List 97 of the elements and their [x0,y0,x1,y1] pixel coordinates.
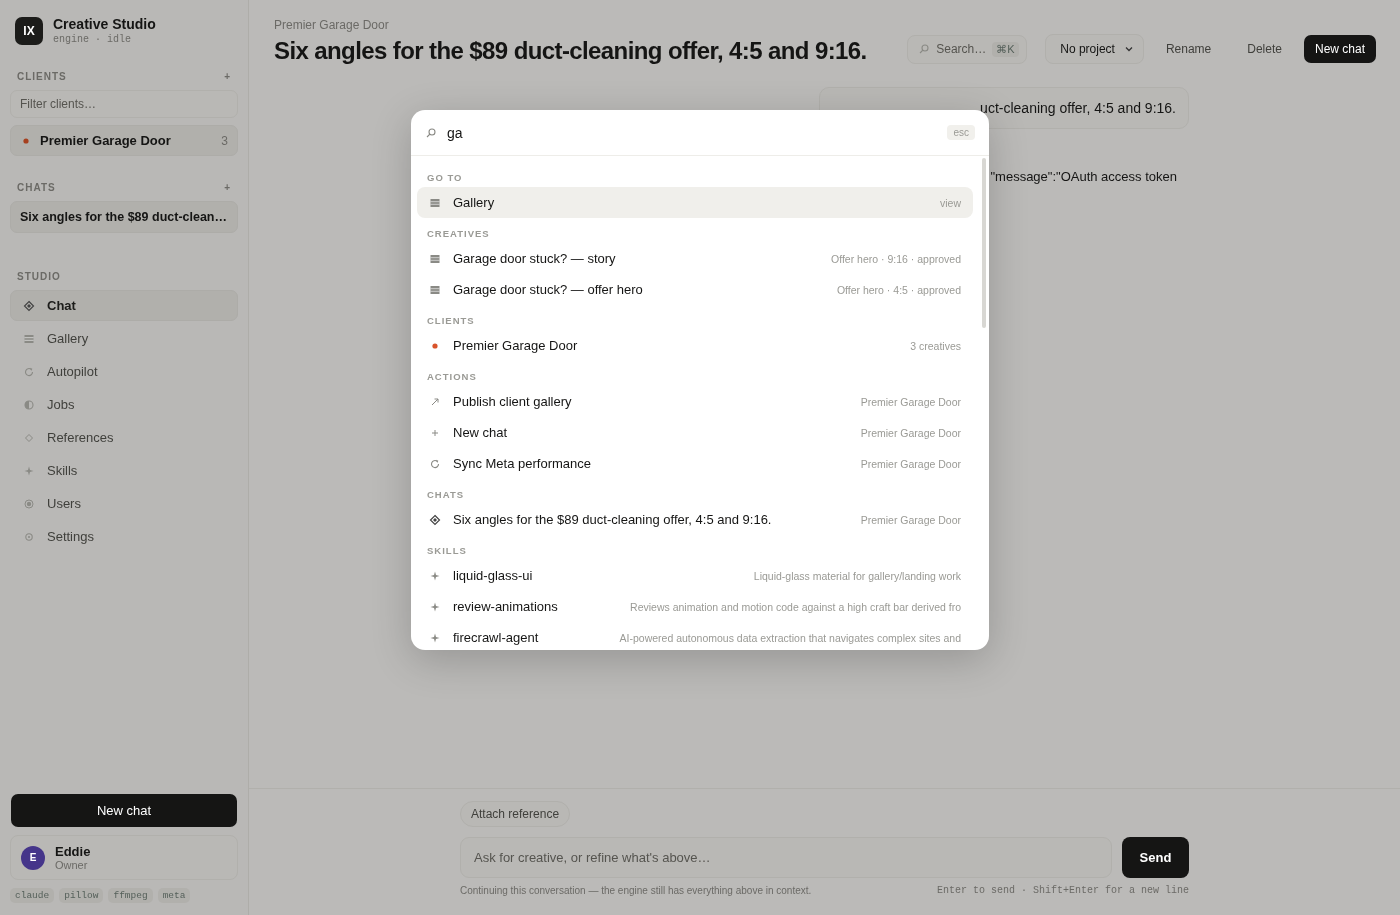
item-meta: Premier Garage Door [860,513,961,526]
nav-item[interactable]: Jobs [10,389,238,420]
nav-item[interactable]: Gallery [10,323,238,354]
palette-item[interactable]: Six angles for the $89 duct-cleaning offer, 4:5 and 9:16. Premier Garage Door [417,504,973,535]
message-text: "message":"OAuth access token [990,169,1178,184]
item-label: liquid-glass-ui [453,568,533,583]
grid-icon [23,332,35,345]
user-name: Eddie [55,844,91,859]
item-label: firecrawl-agent [453,630,539,645]
item-meta: Liquid-glass material for gallery/landing work [753,569,961,582]
item-meta: Premier Garage Door [860,395,961,408]
refresh-icon [429,457,441,470]
item-label: Publish client gallery [453,394,572,409]
keyboard-hint: Enter to send · Shift+Enter for a new line [936,885,1189,896]
diamond-icon [429,513,441,526]
item-label: Gallery [453,195,495,210]
header-button[interactable]: Rename [1151,35,1226,63]
search-icon [918,43,931,55]
palette-item[interactable]: Garage door stuck? — story Offer hero · 9:16 · approved [417,243,973,274]
context-note: Continuing this conversation — the engine still has everything above in context. [460,885,812,896]
group-heading: GO TO [426,171,464,185]
item-meta: Reviews animation and motion code against a high craft bar derived fro [630,600,961,613]
group-heading: CREATIVES [426,227,491,241]
nav-item[interactable]: Settings [10,521,238,552]
nav-item[interactable]: Autopilot [10,356,238,387]
settings-icon [23,530,35,543]
client-name: Premier Garage Door [40,133,171,148]
palette-item[interactable]: Gallery view [417,187,973,218]
app-name: Creative Studio [53,16,156,32]
target-icon [23,497,35,510]
section-heading: CHATS [17,182,56,193]
tool-tag: ffmpeg [108,888,153,903]
section-heading: CLIENTS [17,71,67,82]
search-field[interactable]: Search… ⌘K [907,34,1028,64]
palette-item[interactable]: New chat Premier Garage Door [417,417,973,448]
project-dropdown[interactable]: No project [1045,34,1144,64]
filter-field[interactable]: Filter clients… [10,90,238,118]
item-meta: AI-powered autonomous data extraction that navigates complex sites and [619,631,961,644]
grid-icon [429,196,441,209]
palette-item[interactable]: Garage door stuck? — offer hero Offer hero · 4:5 · approved [417,274,973,305]
tool-tag: claude [10,888,55,903]
user-avatar: E [21,845,45,870]
message-input[interactable]: Ask for creative, or refine what's above… [460,837,1112,878]
item-label: review-animations [453,599,558,614]
send-button[interactable]: Send [1122,837,1189,878]
diamond-icon [23,431,35,444]
new-chat-button[interactable]: New chat [11,794,237,827]
item-label: Garage door stuck? — story [453,251,616,266]
group-heading: SKILLS [426,544,468,558]
group-heading: CHATS [426,488,466,502]
header-button[interactable]: Delete [1233,35,1296,63]
item-label: Premier Garage Door [453,338,578,353]
item-label: Six angles for the $89 duct-cleaning offer, 4:5 and 9:16. [453,512,772,527]
new-chat-button[interactable]: New chat [1303,35,1376,63]
arrow-icon [429,395,441,408]
client-count: 3 [221,133,228,148]
refresh-icon [23,365,35,378]
section-heading: STUDIO [17,271,61,282]
item-label: New chat [453,425,508,440]
nav-item[interactable]: References [10,422,238,453]
user-role: Owner [55,859,89,871]
attach-reference-button[interactable]: Attach reference [460,801,571,827]
nav-item[interactable]: Users [10,488,238,519]
scrollbar[interactable] [982,158,986,328]
nav-item[interactable]: Chat [10,290,238,321]
client-item[interactable]: Premier Garage Door 3 [10,125,238,156]
tool-tag: pillow [59,888,104,903]
item-meta: Offer hero · 9:16 · approved [831,252,961,265]
diamond-icon [23,299,35,312]
palette-item[interactable]: firecrawl-agent AI-powered autonomous data extraction that navigates complex sites and [417,622,973,650]
item-meta: Offer hero · 4:5 · approved [836,283,961,296]
item-meta: Premier Garage Door [860,426,961,439]
item-meta: Premier Garage Door [860,457,961,470]
user-card[interactable]: E Eddie Owner [10,835,238,880]
item-meta: view [940,196,961,209]
chat-item[interactable]: Six angles for the $89 duct-clean… [10,201,238,233]
engine-status: engine · idle [53,34,132,45]
item-meta: 3 creatives [910,339,961,352]
grid-icon [429,252,441,265]
item-label: Sync Meta performance [453,456,591,471]
shortcut-badge: ⌘K [992,41,1019,57]
esc-badge: esc [947,125,975,140]
half-circle-icon [23,398,35,411]
app-logo: IX [15,16,43,45]
palette-item[interactable]: Sync Meta performance Premier Garage Door [417,448,973,479]
group-heading: CLIENTS [426,314,476,328]
search-icon [425,126,437,139]
group-heading: ACTIONS [426,370,478,384]
chat-title: Six angles for the $89 duct-cleaning offer, 4:5 and 9:16. [274,37,867,65]
tool-tag: meta [157,888,191,903]
palette-item[interactable]: review-animations Reviews animation and motion code against a high craft bar derived fro [417,591,973,622]
item-label: Garage door stuck? — offer hero [453,282,643,297]
palette-item[interactable]: Publish client gallery Premier Garage Door [417,386,973,417]
grid-icon [429,283,441,296]
nav-item[interactable]: Skills [10,455,238,486]
palette-item[interactable]: Premier Garage Door 3 creatives [417,330,973,361]
palette-item[interactable]: liquid-glass-ui Liquid-glass material for gallery/landing work [417,560,973,591]
